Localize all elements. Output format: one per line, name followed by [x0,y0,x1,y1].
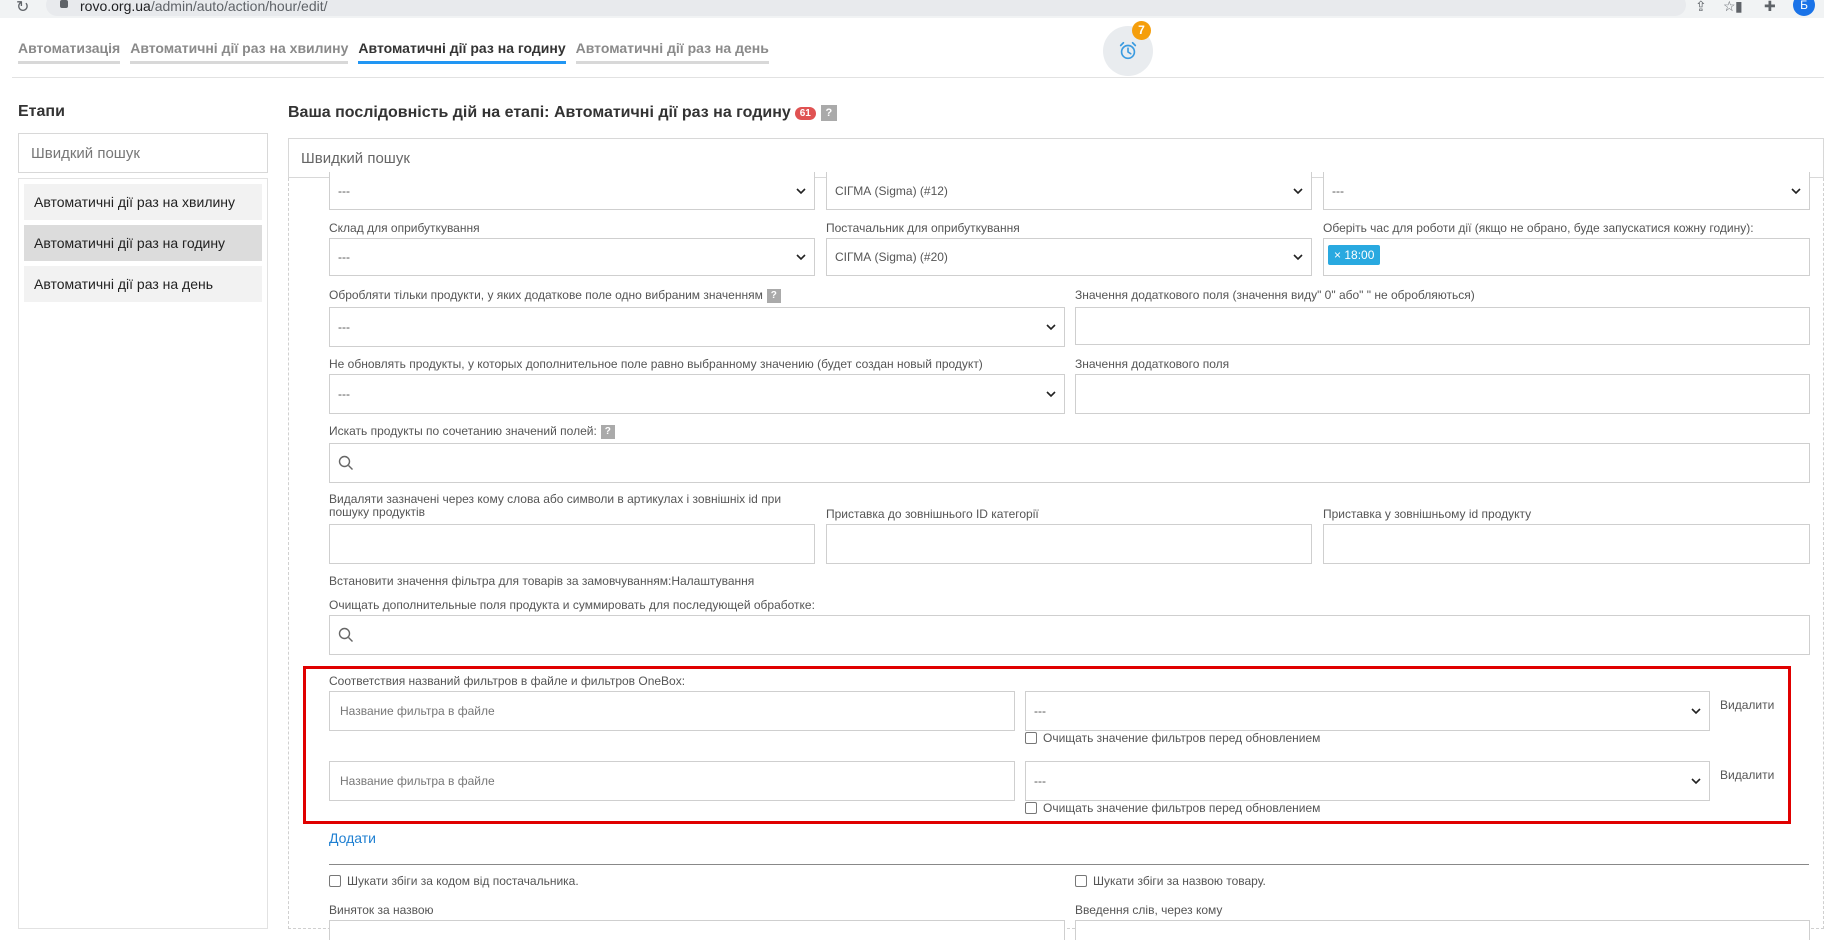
help-icon[interactable]: ? [600,424,615,439]
lock-icon [60,0,68,8]
select-row0-2[interactable]: СІГМА (Sigma) (#12) [826,172,1312,210]
process-only-select[interactable]: --- [329,307,1065,347]
checkbox[interactable] [329,875,341,887]
exception-by-name-input[interactable] [329,920,1065,940]
tab-per-day[interactable]: Автоматичні дії раз на день [575,40,769,64]
filter-select-1[interactable]: --- [1025,691,1710,731]
warehouse-label: Склад для оприбуткування [329,221,480,235]
delete-filter-button-1[interactable]: Видалити [1720,698,1774,712]
address-bar[interactable]: rovo.org.ua/admin/auto/action/hour/edit/ [46,0,1686,16]
remove-tag-icon[interactable]: × [1334,248,1341,262]
top-tabs: Автоматизація Автоматичні дії раз на хви… [18,40,769,64]
stages-list: Автоматичні дії раз на хвилину Автоматич… [18,178,268,929]
page-title: Ваша послідовність дій на етапі: Автомат… [288,104,837,122]
words-input-label: Введення слів, через кому [1075,903,1223,917]
clear-fields-input[interactable] [329,615,1810,655]
chevron-down-icon [1293,187,1303,194]
time-label: Оберіть час для роботи дії (якщо не обра… [1323,221,1754,235]
chevron-down-icon [1046,391,1056,398]
supplier-label: Постачальник для оприбуткування [826,221,1020,235]
notifications-badge: 7 [1132,21,1151,40]
filter-select-2[interactable]: --- [1025,761,1710,801]
extension-icon[interactable]: ▮ [1735,0,1743,15]
chevron-down-icon [796,187,806,194]
select-row0-1[interactable]: --- [329,172,815,210]
search-combination-input[interactable] [329,443,1810,483]
words-input[interactable] [1075,920,1810,940]
section-divider [329,864,1809,865]
stage-item-per-hour[interactable]: Автоматичні дії раз на годину [24,225,262,261]
chevron-down-icon [1791,187,1801,194]
search-by-supplier-code-checkbox[interactable]: Шукати збіги за кодом від постачальника. [329,874,579,888]
select-row0-3[interactable]: --- [1323,172,1810,210]
help-icon[interactable]: ? [820,105,837,121]
browser-toolbar: ↻ rovo.org.ua/admin/auto/action/hour/edi… [0,0,1824,18]
profile-avatar[interactable]: Б [1793,0,1815,16]
clear-fields-label: Очищать дополнительные поля продукта и с… [329,598,815,612]
process-only-label: Обробляти тільки продукти, у яких додатк… [329,288,781,303]
chevron-down-icon [1293,254,1303,261]
page-title-text: Ваша послідовність дій на етапі: Автомат… [288,104,791,121]
header-divider [12,77,1824,78]
product-prefix-label: Приставка у зовнішньому id продукту [1323,507,1532,521]
extra-field-value-label: Значення додаткового поля (значення виду… [1075,288,1475,302]
stage-item-per-minute[interactable]: Автоматичні дії раз на хвилину [24,184,262,220]
filter-name-input-1[interactable] [329,691,1015,731]
share-icon[interactable]: ⇪ [1695,0,1707,15]
supplier-select[interactable]: СІГМА (Sigma) (#20) [826,238,1312,276]
search-by-product-name-checkbox[interactable]: Шукати збіги за назвою товару. [1075,874,1266,888]
tab-automation[interactable]: Автоматизація [18,40,121,64]
exception-by-name-label: Виняток за назвою [329,903,434,917]
search-icon [338,455,353,470]
checkbox[interactable] [1025,732,1037,744]
tab-per-hour[interactable]: Автоматичні дії раз на годину [358,40,566,64]
alarm-clock-icon [1119,41,1137,60]
checkbox[interactable] [1075,875,1087,887]
stage-item-per-day[interactable]: Автоматичні дії раз на день [24,266,262,302]
filter-mapping-label: Соответствия названий фильтров в файле и… [329,674,686,688]
actions-count-badge: 61 [794,106,816,120]
stages-title: Етапи [18,103,65,120]
filter-name-input-2[interactable] [329,761,1015,801]
reload-icon[interactable]: ↻ [16,0,29,17]
delete-filter-button-2[interactable]: Видалити [1720,768,1774,782]
help-icon[interactable]: ? [766,288,781,303]
star-icon[interactable]: ☆ [1723,0,1736,15]
search-combination-label: Искать продукты по сочетанию значений по… [329,424,615,439]
category-prefix-label: Приставка до зовнішнього ID категорії [826,507,1039,521]
remove-words-label: Видаляти зазначені через кому слова або … [329,492,782,519]
not-update-select[interactable]: --- [329,374,1065,414]
chevron-down-icon [1691,708,1701,715]
time-multiselect[interactable]: × 18:00 [1323,238,1810,276]
url-text: rovo.org.ua/admin/auto/action/hour/edit/ [80,0,328,14]
not-update-label: Не обновлять продукты, у которых дополни… [329,357,983,371]
search-icon [338,627,353,642]
clear-filters-checkbox-1[interactable]: Очищать значение фильтров перед обновлен… [1025,731,1320,745]
clear-filters-checkbox-2[interactable]: Очищать значение фильтров перед обновлен… [1025,801,1320,815]
puzzle-icon[interactable]: ✚ [1764,0,1776,15]
default-filter-label[interactable]: Встановити значення фільтра для товарів … [329,574,754,588]
tab-per-minute[interactable]: Автоматичні дії раз на хвилину [130,40,349,64]
checkbox[interactable] [1025,802,1037,814]
chevron-down-icon [1691,778,1701,785]
remove-words-input[interactable] [329,524,815,564]
stages-search-input[interactable] [18,133,268,173]
extra-field-value2-input[interactable] [1075,374,1810,414]
warehouse-select[interactable]: --- [329,238,815,276]
time-tag[interactable]: × 18:00 [1328,245,1381,265]
chevron-down-icon [796,254,806,261]
extra-field-value2-label: Значення додаткового поля [1075,357,1230,371]
add-filter-link[interactable]: Додати [329,830,376,846]
extra-field-value-input[interactable] [1075,307,1810,345]
chevron-down-icon [1046,324,1056,331]
product-prefix-input[interactable] [1323,524,1810,564]
category-prefix-input[interactable] [826,524,1312,564]
